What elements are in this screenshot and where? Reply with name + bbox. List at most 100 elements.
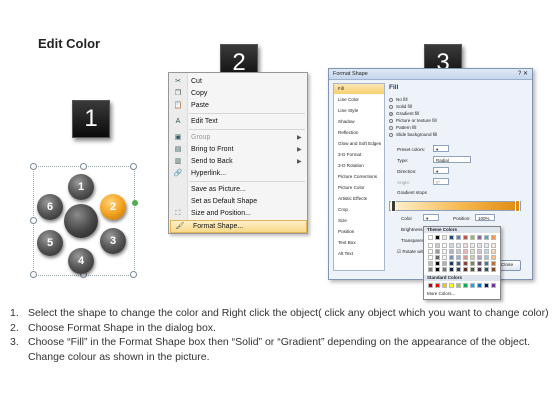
- color-swatch[interactable]: [463, 267, 468, 272]
- gradient-stop-handle[interactable]: [515, 200, 520, 212]
- color-swatch[interactable]: [435, 261, 440, 266]
- color-swatch[interactable]: [491, 267, 496, 272]
- nav-3d-format[interactable]: 3-D Format: [334, 150, 384, 160]
- selection-handle[interactable]: [30, 163, 37, 170]
- color-swatch[interactable]: [449, 261, 454, 266]
- menu-item-send-to-back[interactable]: ▥ Send to Back ▶: [169, 156, 307, 167]
- radio-no-fill[interactable]: No fill: [389, 97, 408, 102]
- color-swatch[interactable]: [428, 249, 433, 254]
- color-swatch[interactable]: [484, 267, 489, 272]
- color-swatch[interactable]: [435, 255, 440, 260]
- color-swatch[interactable]: [491, 261, 496, 266]
- color-swatch[interactable]: [484, 243, 489, 248]
- color-swatch[interactable]: [484, 261, 489, 266]
- color-swatch[interactable]: [456, 235, 461, 240]
- nav-position[interactable]: Position: [334, 227, 384, 237]
- color-swatch[interactable]: [442, 243, 447, 248]
- shape-ball-1[interactable]: 1: [68, 174, 94, 200]
- nav-size[interactable]: Size: [334, 216, 384, 226]
- preset-colors-dropdown[interactable]: ▾: [433, 145, 449, 152]
- color-swatch[interactable]: [470, 267, 475, 272]
- color-swatch[interactable]: [456, 243, 461, 248]
- menu-item-cut[interactable]: ✂ Cut: [169, 76, 307, 87]
- color-swatch[interactable]: [456, 249, 461, 254]
- color-swatch[interactable]: [435, 243, 440, 248]
- gradient-stops-bar[interactable]: [389, 201, 521, 211]
- color-swatch[interactable]: [477, 243, 482, 248]
- standard-color-swatch[interactable]: [449, 283, 454, 288]
- nav-crop[interactable]: Crop: [334, 205, 384, 215]
- radio-picture-fill[interactable]: Picture or texture fill: [389, 118, 437, 123]
- color-swatch[interactable]: [428, 243, 433, 248]
- color-swatch[interactable]: [484, 255, 489, 260]
- color-swatch[interactable]: [449, 249, 454, 254]
- menu-item-format-shape[interactable]: 🖌 Format Shape...: [170, 220, 307, 233]
- nav-glow[interactable]: Glow and Soft Edges: [334, 139, 384, 149]
- color-swatch[interactable]: [477, 267, 482, 272]
- color-swatch[interactable]: [463, 261, 468, 266]
- color-swatch[interactable]: [456, 267, 461, 272]
- nav-3d-rotation[interactable]: 3-D Rotation: [334, 161, 384, 171]
- nav-shadow[interactable]: Shadow: [334, 117, 384, 127]
- radio-solid-fill[interactable]: Solid fill: [389, 104, 412, 109]
- selection-handle[interactable]: [130, 271, 137, 278]
- color-swatch[interactable]: [463, 235, 468, 240]
- color-swatch[interactable]: [442, 267, 447, 272]
- color-swatch[interactable]: [463, 255, 468, 260]
- nav-line-style[interactable]: Line Style: [334, 106, 384, 116]
- color-swatch[interactable]: [428, 261, 433, 266]
- color-swatch[interactable]: [435, 267, 440, 272]
- menu-item-paste[interactable]: 📋 Paste: [169, 100, 307, 111]
- standard-color-swatch[interactable]: [491, 283, 496, 288]
- color-swatch[interactable]: [428, 267, 433, 272]
- radio-pattern-fill[interactable]: Pattern fill: [389, 125, 416, 130]
- standard-color-swatch[interactable]: [477, 283, 482, 288]
- angle-field[interactable]: 0°: [433, 178, 449, 185]
- menu-item-bring-to-front[interactable]: ▤ Bring to Front ▶: [169, 144, 307, 155]
- radio-slide-background-fill[interactable]: Slide background fill: [389, 132, 437, 137]
- shape-ball-5[interactable]: 5: [37, 230, 63, 256]
- nav-picture-corrections[interactable]: Picture Corrections: [334, 172, 384, 182]
- standard-color-swatch[interactable]: [470, 283, 475, 288]
- color-swatch[interactable]: [484, 235, 489, 240]
- color-swatch[interactable]: [456, 255, 461, 260]
- nav-picture-color[interactable]: Picture Color: [334, 183, 384, 193]
- standard-color-swatch[interactable]: [435, 283, 440, 288]
- direction-dropdown[interactable]: ▾: [433, 167, 449, 174]
- more-colors-link[interactable]: More Colors...: [427, 291, 455, 296]
- color-swatch[interactable]: [442, 255, 447, 260]
- nav-text-box[interactable]: Text Box: [334, 238, 384, 248]
- color-swatch[interactable]: [491, 235, 496, 240]
- color-swatch[interactable]: [442, 235, 447, 240]
- color-swatch[interactable]: [477, 261, 482, 266]
- type-dropdown[interactable]: Radial: [433, 156, 471, 163]
- dialog-close-icon[interactable]: ? ✕: [518, 70, 528, 77]
- color-swatch[interactable]: [477, 235, 482, 240]
- position-field[interactable]: 100%: [475, 214, 495, 221]
- rotate-handle[interactable]: [132, 200, 138, 206]
- color-swatch[interactable]: [449, 255, 454, 260]
- color-swatch[interactable]: [463, 243, 468, 248]
- color-swatch[interactable]: [470, 235, 475, 240]
- shape-ball-3[interactable]: 3: [100, 228, 126, 254]
- standard-color-swatch[interactable]: [428, 283, 433, 288]
- standard-color-swatch[interactable]: [442, 283, 447, 288]
- radio-gradient-fill[interactable]: Gradient fill: [389, 111, 419, 116]
- color-swatch[interactable]: [449, 267, 454, 272]
- standard-color-swatch[interactable]: [456, 283, 461, 288]
- shape-ball-6[interactable]: 6: [37, 194, 63, 220]
- selection-handle[interactable]: [80, 163, 87, 170]
- nav-alt-text[interactable]: Alt Text: [334, 249, 384, 259]
- color-swatch[interactable]: [435, 235, 440, 240]
- menu-item-hyperlink[interactable]: 🔗 Hyperlink...: [169, 168, 307, 179]
- selection-handle[interactable]: [30, 271, 37, 278]
- menu-item-set-default-shape[interactable]: Set as Default Shape: [169, 196, 307, 207]
- color-swatch[interactable]: [470, 249, 475, 254]
- color-swatch[interactable]: [470, 243, 475, 248]
- color-swatch[interactable]: [491, 249, 496, 254]
- color-swatch[interactable]: [428, 235, 433, 240]
- menu-item-copy[interactable]: ❐ Copy: [169, 88, 307, 99]
- nav-reflection[interactable]: Reflection: [334, 128, 384, 138]
- color-swatch[interactable]: [442, 249, 447, 254]
- center-shape[interactable]: [64, 204, 98, 238]
